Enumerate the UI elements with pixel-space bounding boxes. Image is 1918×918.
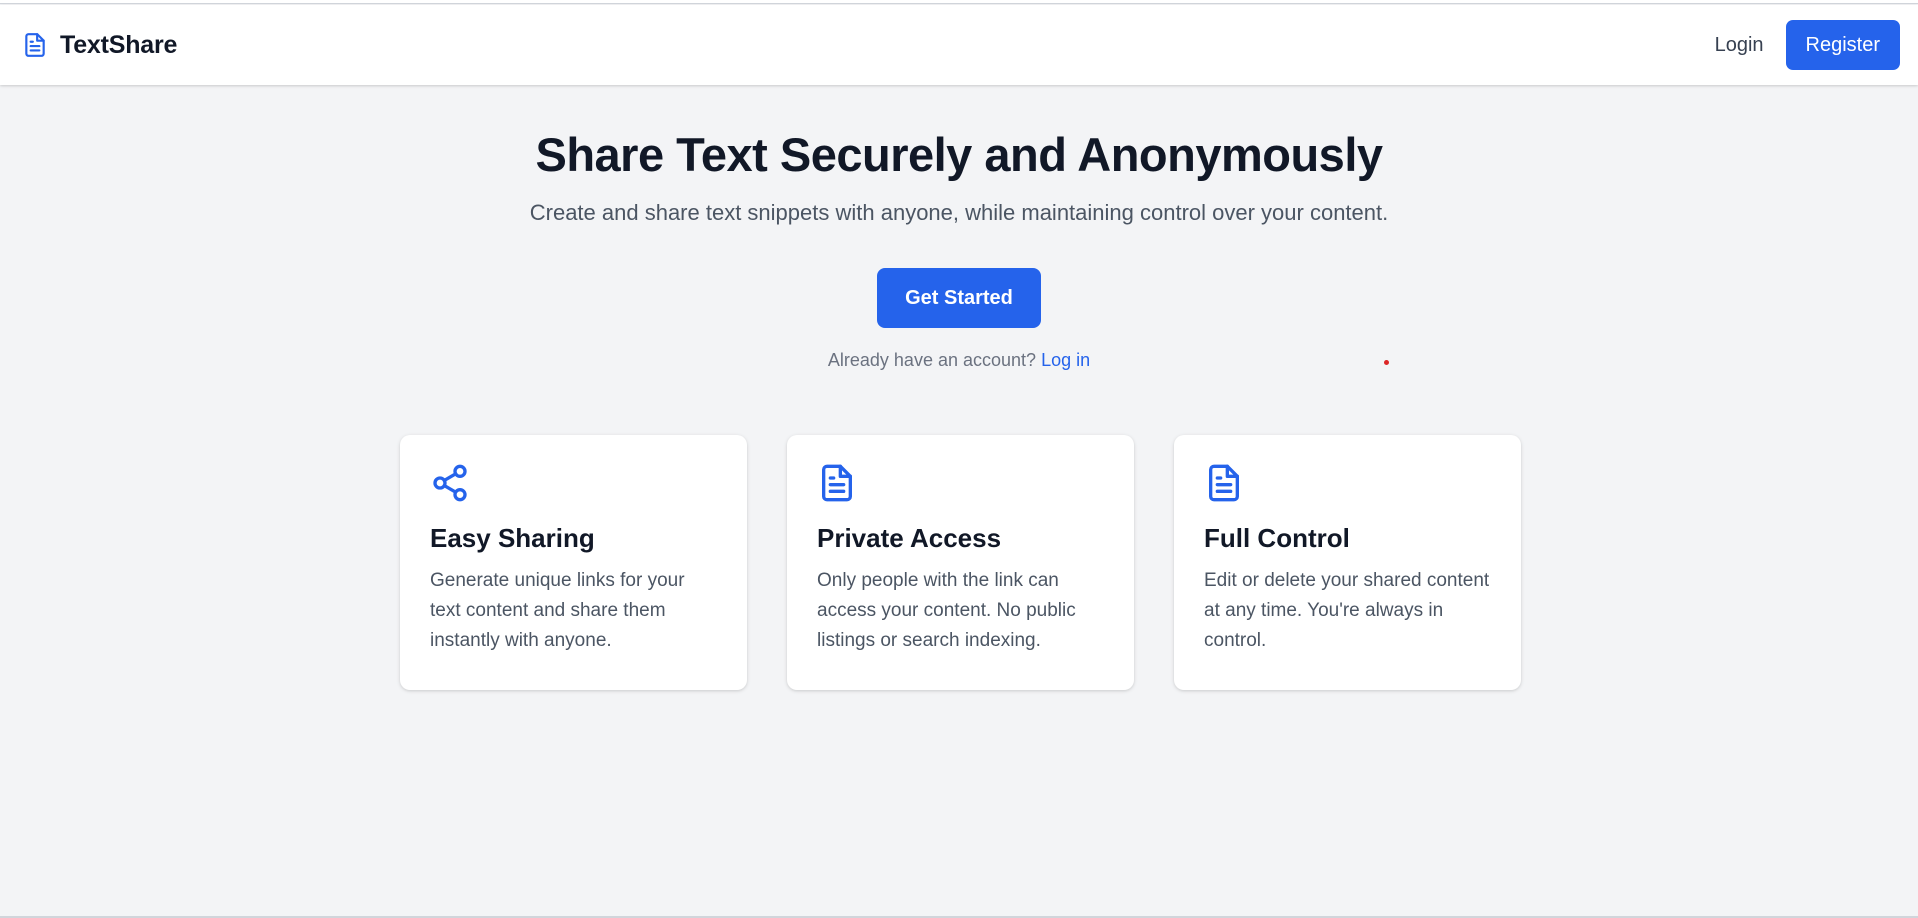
feature-card-private-access: Private Access Only people with the link… [787, 435, 1134, 690]
login-hint: Already have an account? Log in [0, 350, 1918, 371]
document-icon [22, 30, 48, 60]
feature-title: Full Control [1204, 523, 1350, 553]
feature-description: Generate unique links for your text cont… [430, 570, 685, 651]
feature-card-easy-sharing: Easy Sharing Generate unique links for y… [400, 435, 747, 690]
feature-card-full-control: Full Control Edit or delete your shared … [1174, 435, 1521, 690]
brand-name: TextShare [60, 30, 178, 59]
feature-title: Easy Sharing [430, 523, 595, 553]
feature-description: Only people with the link can access you… [817, 570, 1076, 651]
login-prompt: Already have an account? [827, 350, 1037, 370]
features-section: Easy Sharing Generate unique links for y… [400, 435, 1521, 690]
get-started-button[interactable]: Get Started [877, 268, 1041, 328]
register-button[interactable]: Register [1785, 20, 1900, 70]
window-top-border [0, 0, 1918, 4]
cta-wrapper: Get Started [0, 268, 1918, 328]
hero-title: Share Text Securely and Anonymously [535, 128, 1383, 181]
login-link[interactable]: Login [1715, 34, 1764, 57]
feature-description: Edit or delete your shared content at an… [1204, 570, 1490, 651]
hero-subtitle: Create and share text snippets with anyo… [529, 200, 1389, 225]
hero-section: Share Text Securely and Anonymously Crea… [0, 85, 1918, 371]
cursor-dot [1384, 360, 1389, 365]
brand[interactable]: TextShare [22, 30, 177, 60]
nav-actions: Login Register [1715, 20, 1900, 70]
document-icon [817, 463, 857, 503]
navbar: TextShare Login Register [0, 5, 1918, 85]
feature-title: Private Access [817, 523, 1002, 553]
document-icon [1204, 463, 1244, 503]
share-icon [430, 463, 470, 503]
hero-login-link[interactable]: Log in [1041, 350, 1090, 370]
